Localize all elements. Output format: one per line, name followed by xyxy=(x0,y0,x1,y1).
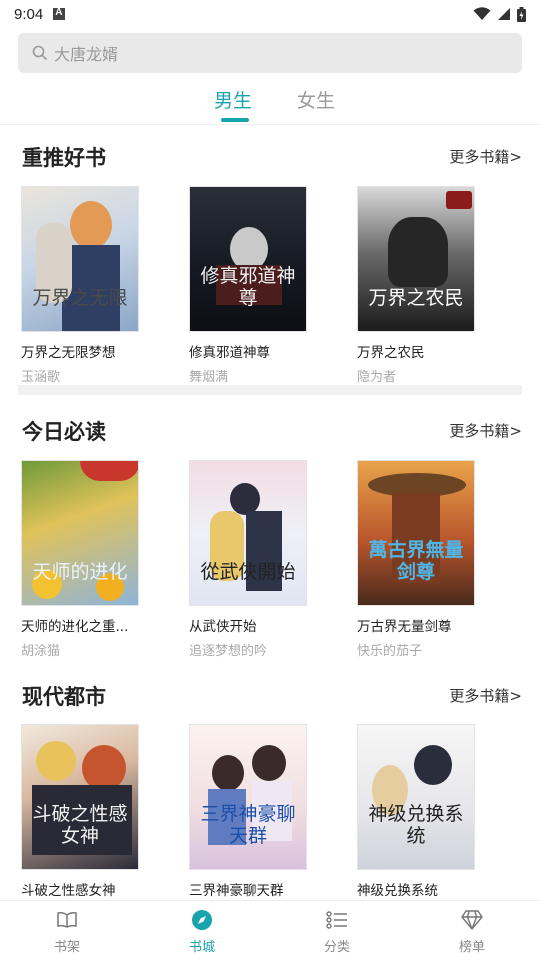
book-card[interactable]: 万界之农民 万界之农民 隐为者 xyxy=(357,186,475,385)
nav-label: 榜单 xyxy=(458,940,485,955)
book-card[interactable]: 萬古界無量剑尊 万古界无量剑尊 快乐的茄子 xyxy=(357,460,475,659)
book-cover[interactable]: 天师的进化 xyxy=(21,460,139,606)
cover-title: 三界神豪聊天群 xyxy=(200,803,296,847)
book-cover[interactable]: 萬古界無量剑尊 xyxy=(357,460,475,606)
book-title: 天师的进化之重... xyxy=(21,619,129,635)
book-author: 胡涂猫 xyxy=(21,644,61,659)
book-cover[interactable]: 斗破之性感女神 xyxy=(21,724,139,870)
search-input[interactable]: 大唐龙婿 xyxy=(54,41,118,65)
book-cover[interactable]: 万界之无限 xyxy=(21,186,139,332)
status-bar: 9:04 xyxy=(0,0,540,28)
gender-tabs: 男生 女生 xyxy=(0,82,540,124)
divider xyxy=(0,124,540,125)
book-card[interactable]: 神级兑换系统 神级兑换系统 xyxy=(357,724,475,899)
book-cover[interactable]: 万界之农民 xyxy=(357,186,475,332)
book-title: 万古界无量剑尊 xyxy=(357,619,452,635)
wifi-icon xyxy=(473,7,491,20)
list-icon xyxy=(326,911,347,929)
book-open-icon xyxy=(57,912,77,928)
notification-icon xyxy=(53,7,66,20)
section-title: 重推好书 xyxy=(22,146,106,170)
book-card[interactable]: 万界之无限 万界之无限梦想 玉涵歌 xyxy=(21,186,139,385)
compass-icon xyxy=(192,910,212,930)
cover-title: 斗破之性感女神 xyxy=(32,803,128,847)
cover-title: 萬古界無量剑尊 xyxy=(368,539,464,583)
book-card[interactable]: 天师的进化 天师的进化之重... 胡涂猫 xyxy=(21,460,139,659)
book-title: 万界之无限梦想 xyxy=(21,345,116,361)
section-title: 现代都市 xyxy=(22,685,106,709)
nav-label: 书城 xyxy=(188,940,215,955)
cover-title: 從武俠開始 xyxy=(200,561,296,583)
book-card[interactable]: 從武俠開始 从武侠开始 追逐梦想的吟 xyxy=(189,460,307,659)
bottom-navigation: 书架 书城 分类 榜单 xyxy=(0,900,540,960)
nav-bookstore[interactable]: 书城 xyxy=(167,909,237,955)
status-indicators xyxy=(473,6,526,22)
book-title: 从武侠开始 xyxy=(189,619,257,635)
book-author: 隐为者 xyxy=(357,370,397,385)
signal-icon xyxy=(498,8,510,20)
book-author: 快乐的茄子 xyxy=(357,644,423,659)
tab-male[interactable]: 男生 xyxy=(214,86,252,113)
status-time: 9:04 xyxy=(14,5,44,23)
book-card[interactable]: 斗破之性感女神 斗破之性感女神 xyxy=(21,724,139,899)
book-cover[interactable]: 修真邪道神尊 xyxy=(189,186,307,332)
more-books-link[interactable]: 更多书籍> xyxy=(449,420,522,441)
book-author: 追逐梦想的吟 xyxy=(189,644,268,659)
tab-female[interactable]: 女生 xyxy=(297,86,335,113)
search-icon xyxy=(32,45,48,61)
cover-title: 万界之无限 xyxy=(32,287,128,309)
nav-label: 分类 xyxy=(323,940,350,955)
search-bar[interactable]: 大唐龙婿 xyxy=(18,33,522,73)
nav-label: 书架 xyxy=(53,940,80,955)
book-card[interactable]: 三界神豪聊天群 三界神豪聊天群 xyxy=(189,724,307,899)
book-title: 神级兑换系统 xyxy=(357,883,438,899)
section-title: 今日必读 xyxy=(22,420,106,444)
cover-title: 天师的进化 xyxy=(32,561,128,583)
section-divider xyxy=(18,385,522,395)
book-author: 玉涵歌 xyxy=(21,370,61,385)
book-author: 舞烟满 xyxy=(189,370,229,385)
nav-bookshelf[interactable]: 书架 xyxy=(32,909,102,955)
cover-title: 修真邪道神尊 xyxy=(200,265,296,309)
book-title: 修真邪道神尊 xyxy=(189,345,270,361)
book-title: 三界神豪聊天群 xyxy=(189,883,284,899)
battery-icon xyxy=(517,6,526,22)
book-cover[interactable]: 神级兑换系统 xyxy=(357,724,475,870)
cover-title: 神级兑换系统 xyxy=(368,803,464,847)
cover-title: 万界之农民 xyxy=(368,287,464,309)
nav-ranking[interactable]: 榜单 xyxy=(437,909,507,955)
nav-category[interactable]: 分类 xyxy=(302,909,372,955)
book-title: 万界之农民 xyxy=(357,345,425,361)
book-cover[interactable]: 三界神豪聊天群 xyxy=(189,724,307,870)
book-title: 斗破之性感女神 xyxy=(21,883,116,899)
more-books-link[interactable]: 更多书籍> xyxy=(449,146,522,167)
book-cover[interactable]: 從武俠開始 xyxy=(189,460,307,606)
tab-indicator xyxy=(221,118,249,122)
book-card[interactable]: 修真邪道神尊 修真邪道神尊 舞烟满 xyxy=(189,186,307,385)
diamond-icon xyxy=(461,910,483,930)
more-books-link[interactable]: 更多书籍> xyxy=(449,685,522,706)
